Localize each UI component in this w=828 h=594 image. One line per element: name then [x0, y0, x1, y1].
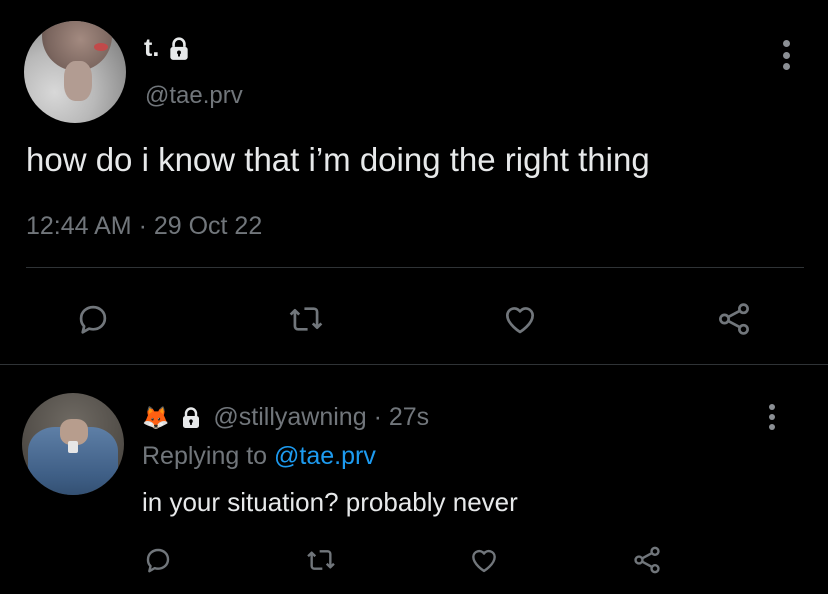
reply-header[interactable]: 🦊 @stillyawning · 27s — [142, 403, 429, 432]
share-icon[interactable] — [631, 544, 663, 576]
lock-icon — [179, 406, 203, 430]
author-handle[interactable]: @tae.prv — [145, 82, 243, 110]
divider — [26, 267, 804, 268]
more-icon[interactable] — [762, 404, 782, 430]
replying-mention[interactable]: @tae.prv — [274, 442, 376, 470]
like-icon[interactable] — [468, 544, 500, 576]
tweet-text: how do i know that i’m doing the right t… — [26, 141, 650, 178]
divider — [0, 364, 828, 365]
reply-icon[interactable] — [142, 544, 174, 576]
retweet-icon[interactable] — [305, 544, 337, 576]
author-name[interactable]: t. — [144, 34, 192, 63]
reply-avatar[interactable] — [22, 393, 124, 495]
more-icon[interactable] — [776, 40, 796, 70]
tweet-timestamp[interactable]: 12:44 AM · 29 Oct 22 — [26, 212, 262, 241]
reply-text: in your situation? probably never — [142, 487, 518, 517]
display-name[interactable]: t. — [144, 34, 159, 63]
avatar-hand — [64, 61, 92, 101]
replying-to: Replying to @tae.prv — [142, 442, 376, 471]
retweet-icon[interactable] — [287, 300, 325, 338]
avatar[interactable] — [24, 21, 126, 123]
avatar-pendant — [68, 441, 78, 453]
reply-icon[interactable] — [74, 300, 112, 338]
replying-prefix: Replying to — [142, 442, 268, 470]
reply-handle-time[interactable]: @stillyawning · 27s — [213, 403, 429, 432]
lock-icon — [166, 36, 192, 62]
like-icon[interactable] — [501, 300, 539, 338]
fox-emoji[interactable]: 🦊 — [142, 406, 169, 429]
avatar-detail — [94, 43, 108, 51]
share-icon[interactable] — [715, 300, 753, 338]
